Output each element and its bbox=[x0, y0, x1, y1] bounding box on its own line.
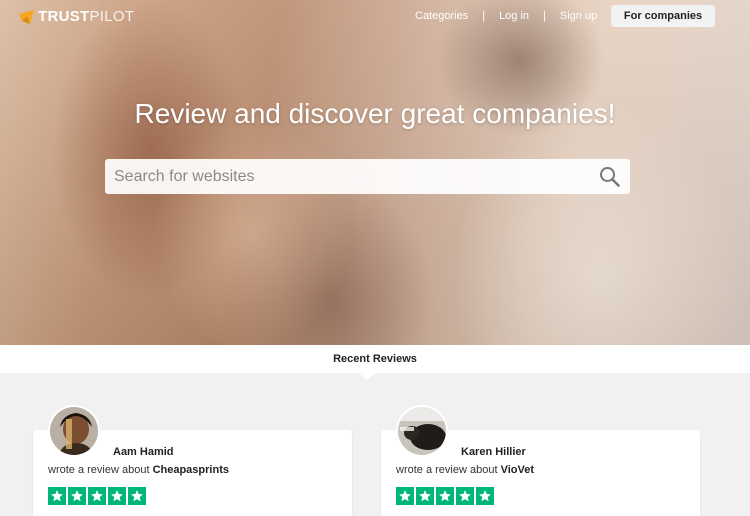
logo-text-pilot: PILOT bbox=[89, 8, 135, 25]
review-description: wrote a review about Cheapasprints bbox=[48, 464, 229, 476]
search-bar bbox=[105, 159, 630, 194]
star-icon bbox=[88, 487, 106, 505]
review-prefix: wrote a review about bbox=[48, 464, 150, 476]
review-card[interactable]: Aam Hamid wrote a review about Cheapaspr… bbox=[33, 405, 352, 516]
company-link[interactable]: VioVet bbox=[501, 464, 534, 476]
top-nav: Categories | Log in | Sign up bbox=[415, 10, 597, 22]
company-link[interactable]: Cheapasprints bbox=[153, 464, 229, 476]
avatar[interactable] bbox=[48, 405, 100, 457]
hero-headline: Review and discover great companies! bbox=[134, 98, 616, 129]
search-input[interactable] bbox=[105, 159, 575, 194]
trustpilot-logo[interactable]: TRUST PILOT bbox=[19, 8, 134, 25]
hero-banner: TRUST PILOT Categories | Log in | Sign u… bbox=[0, 0, 750, 345]
star-rating bbox=[396, 487, 496, 505]
star-icon bbox=[416, 487, 434, 505]
star-icon bbox=[68, 487, 86, 505]
reviewer-name[interactable]: Karen Hillier bbox=[461, 446, 526, 458]
star-icon bbox=[396, 487, 414, 505]
search-icon[interactable] bbox=[599, 166, 620, 187]
star-rating bbox=[48, 487, 148, 505]
nav-categories-link[interactable]: Categories bbox=[415, 10, 468, 22]
star-icon bbox=[456, 487, 474, 505]
star-icon bbox=[436, 487, 454, 505]
nav-separator: | bbox=[482, 10, 486, 22]
review-description: wrote a review about VioVet bbox=[396, 464, 534, 476]
avatar-image bbox=[50, 407, 98, 455]
review-card[interactable]: Karen Hillier wrote a review about VioVe… bbox=[381, 405, 700, 516]
review-prefix: wrote a review about bbox=[396, 464, 498, 476]
recent-reviews-header: Recent Reviews bbox=[0, 345, 750, 380]
nav-signup-link[interactable]: Sign up bbox=[560, 10, 597, 22]
for-companies-button[interactable]: For companies bbox=[611, 5, 715, 27]
star-icon bbox=[108, 487, 126, 505]
logo-text-trust: TRUST bbox=[38, 8, 90, 25]
logo-icon bbox=[19, 9, 34, 24]
nav-login-link[interactable]: Log in bbox=[499, 10, 529, 22]
recent-reviews-title: Recent Reviews bbox=[333, 353, 417, 365]
avatar[interactable] bbox=[396, 405, 448, 457]
nav-separator: | bbox=[543, 10, 546, 22]
caret-down-icon bbox=[359, 373, 375, 380]
avatar-image bbox=[398, 407, 446, 455]
star-icon bbox=[128, 487, 146, 505]
star-icon bbox=[48, 487, 66, 505]
star-icon bbox=[476, 487, 494, 505]
reviewer-name[interactable]: Aam Hamid bbox=[113, 446, 174, 458]
